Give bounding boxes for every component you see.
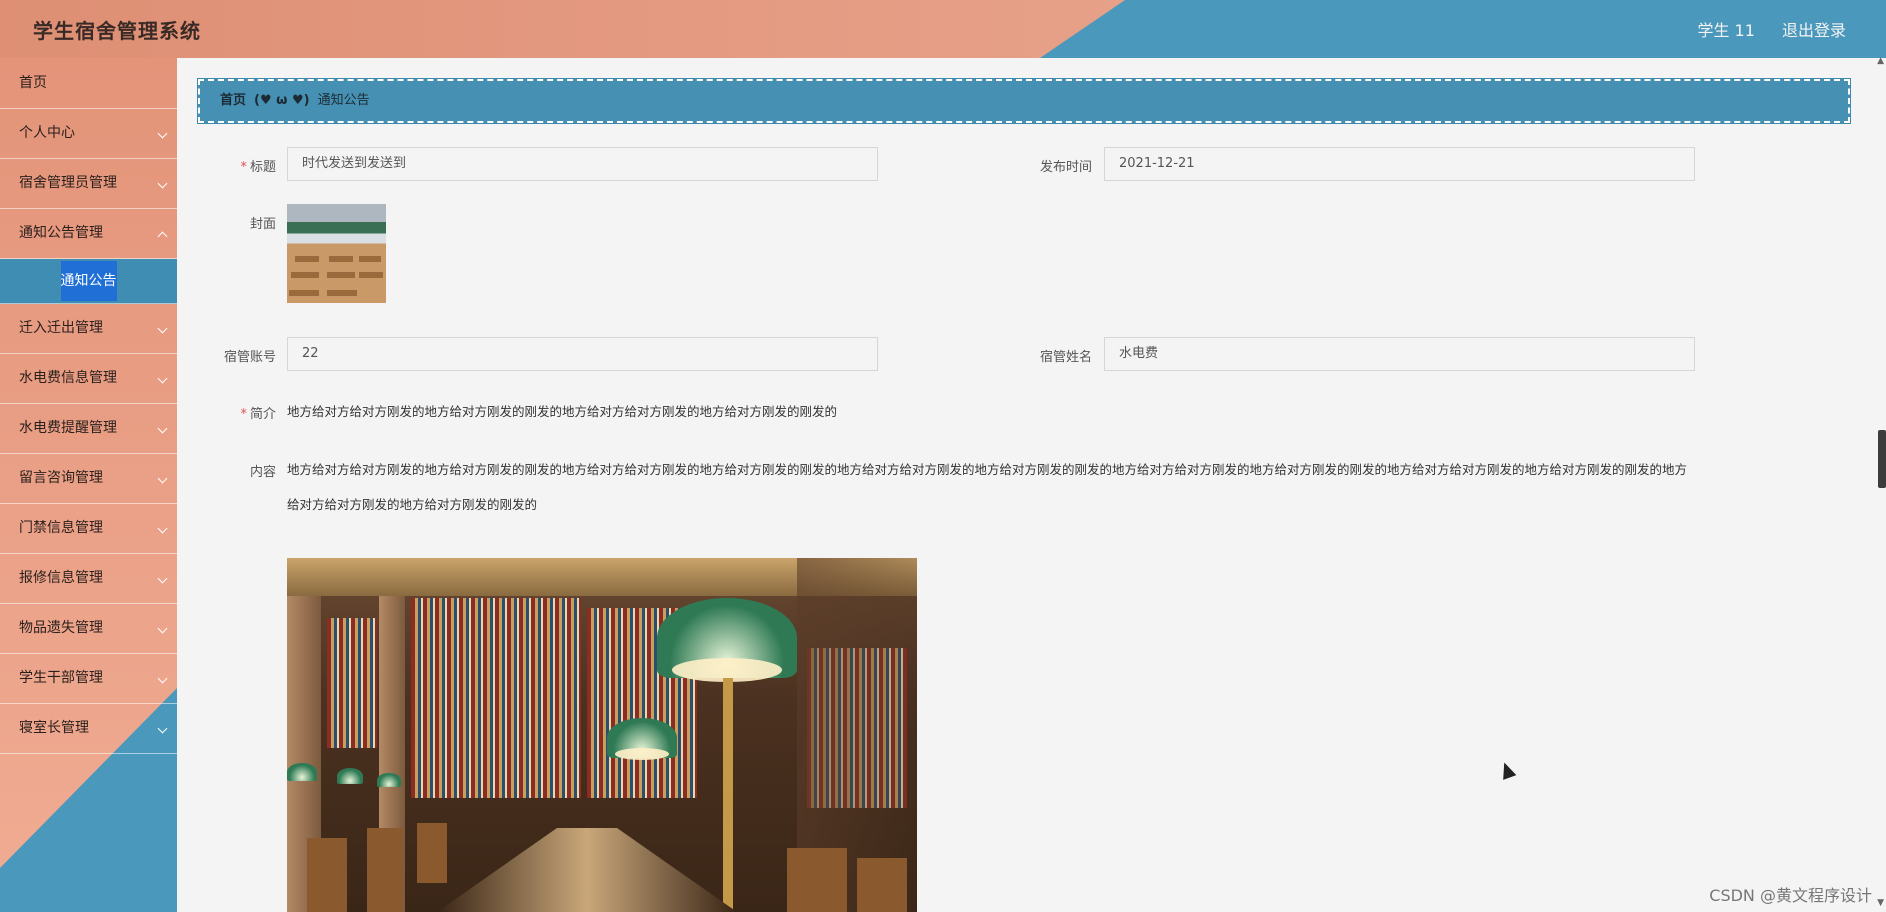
account-label: 宿管账号 xyxy=(223,350,276,365)
sidebar-item-utility-reminder[interactable]: 水电费提醒管理 xyxy=(0,404,177,454)
app-title: 学生宿舍管理系统 xyxy=(33,19,201,43)
sidebar-item-move-in-out[interactable]: 迁入迁出管理 xyxy=(0,304,177,354)
content-text-line-2: 给对方给对方刚发的地方给对方刚发的刚发的 xyxy=(287,497,538,512)
chevron-up-icon xyxy=(157,231,168,242)
title-label: * 标题 xyxy=(240,160,276,175)
sidebar-item-home[interactable]: 首页 xyxy=(0,58,177,109)
publish-time-label: 发布时间 xyxy=(1039,160,1092,175)
manager-name-field[interactable]: 水电费 xyxy=(1104,337,1695,371)
sidebar-item-student-cadre[interactable]: 学生干部管理 xyxy=(0,654,177,704)
content-label: 内容 xyxy=(249,465,276,480)
sidebar-item-utility-info[interactable]: 水电费信息管理 xyxy=(0,354,177,404)
summary-label: * 简介 xyxy=(240,407,276,422)
sidebar-item-message[interactable]: 留言咨询管理 xyxy=(0,454,177,504)
sidebar-item-lost-items[interactable]: 物品遗失管理 xyxy=(0,604,177,654)
chevron-down-icon xyxy=(157,723,168,734)
sidebar-subitem-notice[interactable]: 通知公告 xyxy=(0,259,177,304)
sidebar-item-access-control[interactable]: 门禁信息管理 xyxy=(0,504,177,554)
content-image-library xyxy=(287,558,917,912)
chevron-down-icon xyxy=(157,423,168,434)
cover-label: 封面 xyxy=(249,217,276,232)
logout-button[interactable]: 退出登录 xyxy=(1782,21,1846,40)
scroll-down-icon[interactable]: ▼ xyxy=(1877,898,1884,908)
chevron-down-icon xyxy=(157,523,168,534)
breadcrumb-current: 通知公告 xyxy=(317,93,370,108)
top-header: 学生宿舍管理系统 学生 11 退出登录 xyxy=(0,0,1886,58)
account-field[interactable]: 22 xyxy=(287,337,878,371)
sidebar-menu: 首页 个人中心 宿舍管理员管理 通知公告管理 通知公告 迁入迁出管理 水电费信息… xyxy=(0,58,177,754)
breadcrumb: 首页 (♥ ω ♥) 通知公告 xyxy=(198,79,1850,123)
watermark: CSDN @黄文程序设计 xyxy=(1709,886,1872,905)
chevron-down-icon xyxy=(157,128,168,139)
sidebar-item-personal-center[interactable]: 个人中心 xyxy=(0,109,177,159)
chevron-down-icon xyxy=(157,623,168,634)
current-user: 学生 11 xyxy=(1697,21,1755,40)
chevron-down-icon xyxy=(157,373,168,384)
breadcrumb-home[interactable]: 首页 xyxy=(220,93,246,108)
chevron-down-icon xyxy=(157,673,168,684)
sidebar: 首页 个人中心 宿舍管理员管理 通知公告管理 通知公告 迁入迁出管理 水电费信息… xyxy=(0,58,177,912)
scroll-up-icon[interactable]: ▲ xyxy=(1877,56,1884,66)
chevron-down-icon xyxy=(157,178,168,189)
breadcrumb-separator: (♥ ω ♥) xyxy=(254,93,310,108)
manager-name-label: 宿管姓名 xyxy=(1039,350,1092,365)
sidebar-item-dorm-admin[interactable]: 宿舍管理员管理 xyxy=(0,159,177,209)
sidebar-item-room-leader[interactable]: 寝室长管理 xyxy=(0,704,177,754)
mouse-cursor-icon xyxy=(1497,760,1517,780)
sidebar-subitem-label: 通知公告 xyxy=(60,261,117,301)
chevron-down-icon xyxy=(157,573,168,584)
summary-text: 地方给对方给对方刚发的地方给对方刚发的刚发的地方给对方给对方刚发的地方给对方刚发… xyxy=(287,404,838,419)
publish-time-field[interactable]: 2021-12-21 xyxy=(1104,147,1695,181)
sidebar-item-repair[interactable]: 报修信息管理 xyxy=(0,554,177,604)
scrollbar-thumb[interactable] xyxy=(1878,430,1886,488)
sidebar-item-notice-management[interactable]: 通知公告管理 xyxy=(0,209,177,259)
user-area: 学生 11 退出登录 xyxy=(1675,17,1846,41)
chevron-down-icon xyxy=(157,323,168,334)
cover-image[interactable] xyxy=(287,204,386,303)
title-field[interactable]: 时代发送到发送到 xyxy=(287,147,878,181)
content-text-line-1: 地方给对方给对方刚发的地方给对方刚发的刚发的地方给对方给对方刚发的地方给对方刚发… xyxy=(287,462,1688,477)
chevron-down-icon xyxy=(157,473,168,484)
